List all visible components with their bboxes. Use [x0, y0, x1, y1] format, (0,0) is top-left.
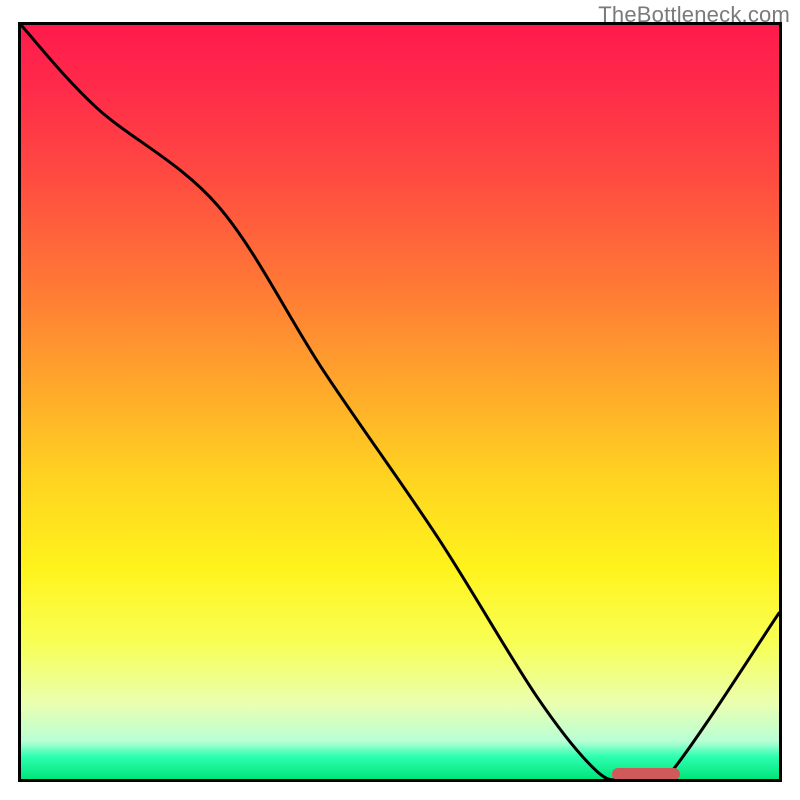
bottleneck-curve-path	[21, 25, 779, 779]
bottleneck-chart: TheBottleneck.com	[0, 0, 800, 800]
optimum-range-marker	[612, 768, 680, 780]
bottleneck-curve-svg	[21, 25, 779, 779]
watermark-text: TheBottleneck.com	[598, 2, 790, 28]
